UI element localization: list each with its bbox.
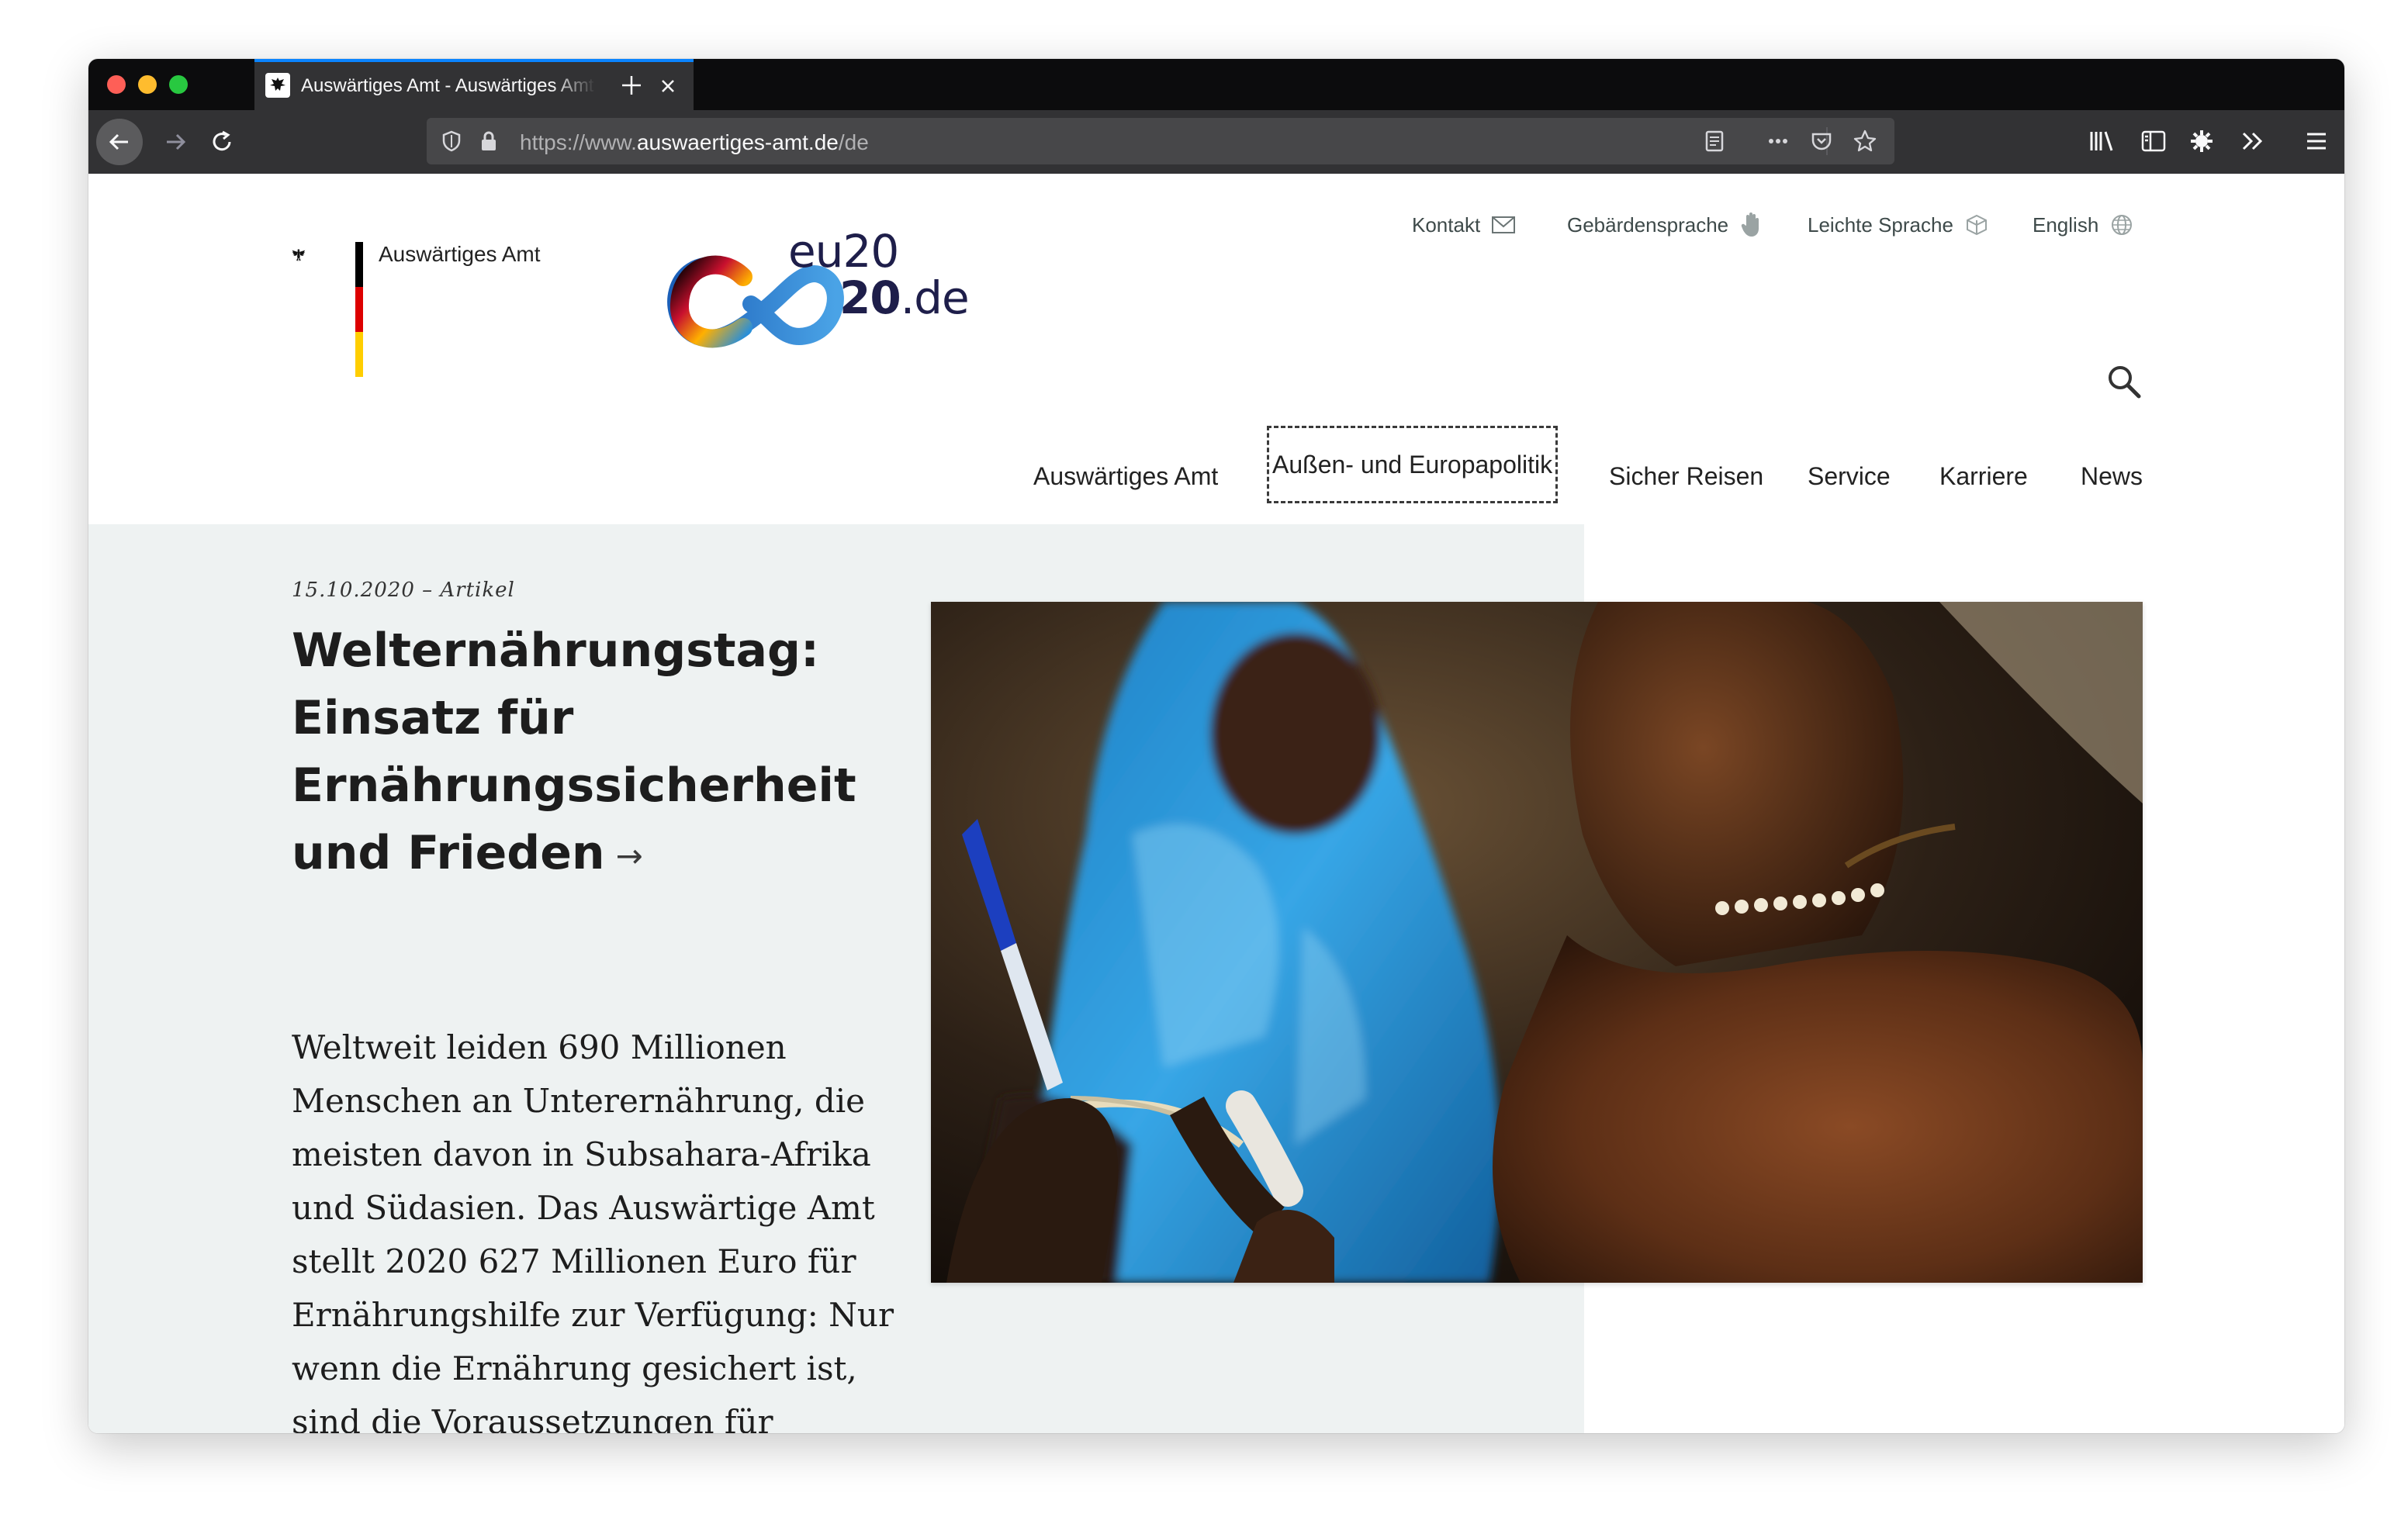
hamburger-menu-icon[interactable]: [2299, 124, 2334, 158]
headline-text: Welternährungstag: Einsatz für Ernährung…: [292, 624, 856, 880]
tab-bar: Auswärtiges Amt - Auswärtiges Amt: [88, 59, 2344, 110]
more-actions-icon[interactable]: [1766, 129, 1790, 154]
zoom-window-button[interactable]: [169, 75, 188, 94]
search-icon[interactable]: [2105, 363, 2143, 404]
hand-icon: [1741, 212, 1759, 237]
easy-language-link[interactable]: Leichte Sprache: [1808, 209, 1989, 240]
nav-aussen-europapolitik[interactable]: Außen- und Europapolitik: [1266, 426, 1559, 503]
browser-window: Auswärtiges Amt - Auswärtiges Amt https:…: [88, 59, 2344, 1433]
article-meta: 15.10.2020 – Artikel: [292, 579, 515, 602]
nav-sicher-reisen[interactable]: Sicher Reisen: [1609, 453, 1763, 499]
url-text[interactable]: https://www.auswaertiges-amt.de/de: [520, 130, 869, 155]
navigation-toolbar: https://www.auswaertiges-amt.de/de: [88, 110, 2344, 174]
eu2020-line2: 20.de: [839, 271, 970, 324]
url-domain: auswaertiges-amt.de: [636, 130, 839, 154]
eu2020-line2-number: 20: [839, 271, 901, 324]
url-path: /de: [838, 130, 869, 154]
arrow-right-icon: →: [615, 836, 643, 875]
extension-gear-icon[interactable]: [2185, 124, 2219, 158]
flag-stripe: [355, 242, 363, 377]
article-photo[interactable]: [931, 602, 2143, 1283]
back-button[interactable]: [96, 119, 143, 165]
sign-language-link[interactable]: Gebärdensprache: [1567, 209, 1763, 240]
tab-title: Auswärtiges Amt - Auswärtiges Amt: [301, 75, 594, 96]
nav-karriere[interactable]: Karriere: [1939, 453, 2028, 499]
sign-language-label: Gebärdensprache: [1567, 212, 1729, 237]
contact-link[interactable]: Kontakt: [1412, 209, 1516, 240]
close-window-button[interactable]: [107, 75, 126, 94]
globe-icon: [2112, 215, 2133, 235]
nav-service[interactable]: Service: [1808, 453, 1891, 499]
eu2020-line1: eu20: [788, 225, 899, 278]
overflow-chevron-icon[interactable]: [2236, 124, 2270, 158]
mail-icon: [1492, 216, 1516, 233]
reader-view-icon[interactable]: [1702, 129, 1727, 154]
close-tab-icon[interactable]: [655, 73, 681, 99]
reload-button[interactable]: [199, 119, 245, 165]
bookmark-star-icon[interactable]: [1853, 129, 1877, 154]
english-link[interactable]: English: [2033, 209, 2134, 240]
nav-auswaertiges-amt[interactable]: Auswärtiges Amt: [1033, 453, 1218, 499]
eagle-icon: [292, 249, 306, 261]
new-tab-icon[interactable]: [616, 70, 647, 101]
sidebar-icon[interactable]: [2136, 124, 2171, 158]
easy-language-label: Leichte Sprache: [1808, 212, 1953, 237]
url-bar[interactable]: https://www.auswaertiges-amt.de/de: [427, 118, 1894, 164]
eu2020-domain-suffix: .de: [900, 271, 970, 324]
english-label: English: [2033, 212, 2099, 237]
url-prefix: https://www.: [520, 130, 637, 154]
eagle-favicon-icon: [265, 73, 290, 98]
article-headline[interactable]: Welternährungstag: Einsatz für Ernährung…: [292, 617, 881, 890]
nav-news[interactable]: News: [2081, 453, 2143, 499]
article-image: [931, 602, 2143, 1283]
easy-language-icon: [1966, 214, 1987, 236]
forward-button[interactable]: [152, 119, 199, 165]
shield-icon[interactable]: [439, 129, 464, 154]
library-icon[interactable]: [2085, 124, 2119, 158]
contact-label: Kontakt: [1412, 212, 1481, 237]
pocket-icon[interactable]: [1809, 129, 1834, 154]
lock-icon[interactable]: [476, 129, 501, 154]
web-page: Kontakt Gebärdensprache Leichte Sprache …: [88, 174, 2344, 1433]
ministry-name: Auswärtiges Amt: [379, 242, 541, 266]
article-teaser: Weltweit leiden 690 Millionen Menschen a…: [292, 1028, 894, 1433]
minimize-window-button[interactable]: [138, 75, 157, 94]
